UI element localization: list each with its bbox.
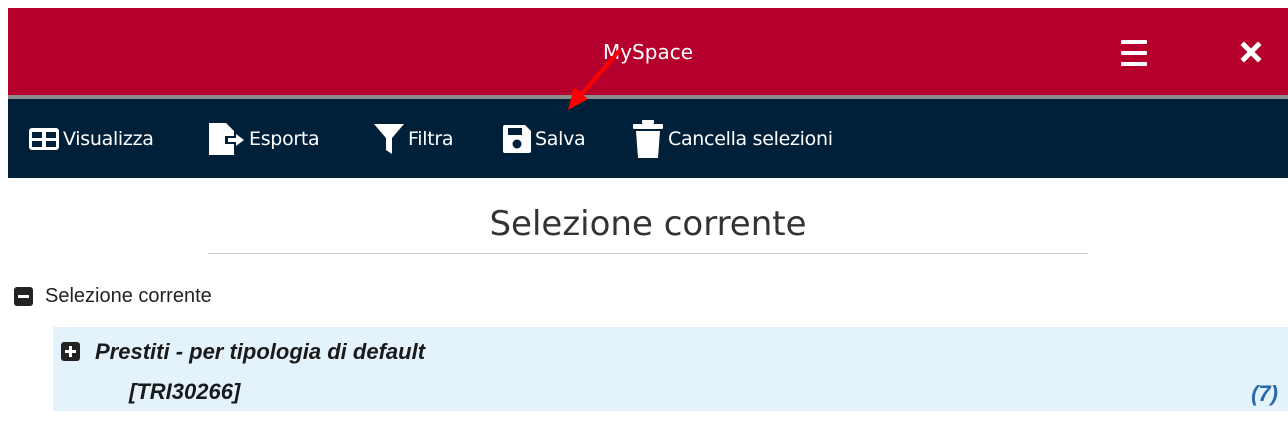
page-title: Selezione corrente — [208, 195, 1088, 254]
cancella-selezioni-label: Cancella selezioni — [668, 127, 833, 150]
esporta-label: Esporta — [249, 127, 320, 150]
expand-plus-icon[interactable] — [61, 342, 80, 361]
trash-icon — [633, 119, 663, 158]
red-arrow-icon — [568, 48, 622, 110]
list-item[interactable]: Prestiti - per tipologia di default [TRI… — [53, 327, 1288, 411]
filtra-label: Filtra — [408, 127, 454, 150]
salva-label: Salva — [535, 127, 586, 150]
table-view-icon — [29, 127, 59, 150]
tree-root-label: Selezione corrente — [45, 284, 212, 307]
collapse-minus-icon[interactable] — [14, 286, 33, 306]
tree-root: Selezione corrente — [14, 282, 212, 310]
list-item-code: [TRI30266] — [129, 379, 241, 404]
header-bar: MySpace — [8, 8, 1288, 95]
list-item-name: Prestiti - per tipologia di default — [95, 339, 426, 364]
cancella-selezioni-button[interactable]: Cancella selezioni — [631, 99, 833, 178]
hamburger-menu-icon[interactable] — [1111, 38, 1157, 68]
toolbar: Visualizza Esporta Filtra Salva Cancella… — [8, 99, 1288, 178]
visualizza-label: Visualizza — [63, 127, 154, 150]
esporta-button[interactable]: Esporta — [208, 99, 320, 178]
filtra-button[interactable]: Filtra — [373, 99, 454, 178]
list-item-count: (7) — [1251, 381, 1278, 406]
export-file-icon — [209, 122, 244, 155]
filter-icon — [374, 123, 404, 154]
close-icon[interactable] — [1236, 37, 1266, 67]
visualizza-button[interactable]: Visualizza — [28, 99, 154, 178]
floppy-save-icon — [503, 124, 531, 153]
app-title: MySpace — [602, 39, 694, 64]
